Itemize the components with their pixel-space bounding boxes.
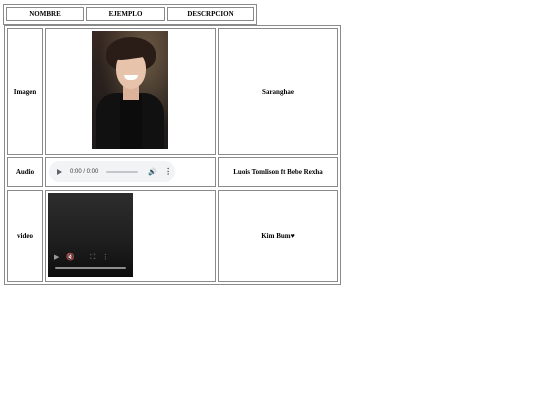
volume-icon[interactable]: 🔊	[148, 168, 157, 176]
video-player[interactable]: ▶ 🔇 ⛶ ⋮	[48, 193, 133, 277]
row-label-audio: Audio	[7, 157, 43, 187]
more-options-icon[interactable]: ⋮	[164, 167, 172, 176]
audio-progress-slider[interactable]	[106, 170, 139, 173]
row-description-imagen: Saranghae	[218, 28, 338, 155]
audio-player[interactable]: 0:00 / 0:00 🔊 ⋮	[49, 161, 175, 182]
row-label-imagen: Imagen	[7, 28, 43, 155]
row-description-audio: Luois Tomlison ft Bebe Rexha	[218, 157, 338, 187]
play-icon[interactable]	[57, 168, 62, 175]
video-controls[interactable]: ▶ 🔇 ⛶ ⋮	[54, 253, 109, 262]
header-cell-descripcion: DESCRPCION	[167, 7, 254, 21]
audio-time: 0:00 / 0:00	[70, 168, 99, 175]
header-cell-nombre: NOMBRE	[6, 7, 84, 21]
header-cell-ejemplo: EJEMPLO	[86, 7, 165, 21]
row-label-video: video	[7, 190, 43, 282]
row-description-video: Kim Bum♥	[218, 190, 338, 282]
portrait-photo	[92, 31, 168, 149]
video-progress-slider[interactable]	[55, 267, 126, 269]
